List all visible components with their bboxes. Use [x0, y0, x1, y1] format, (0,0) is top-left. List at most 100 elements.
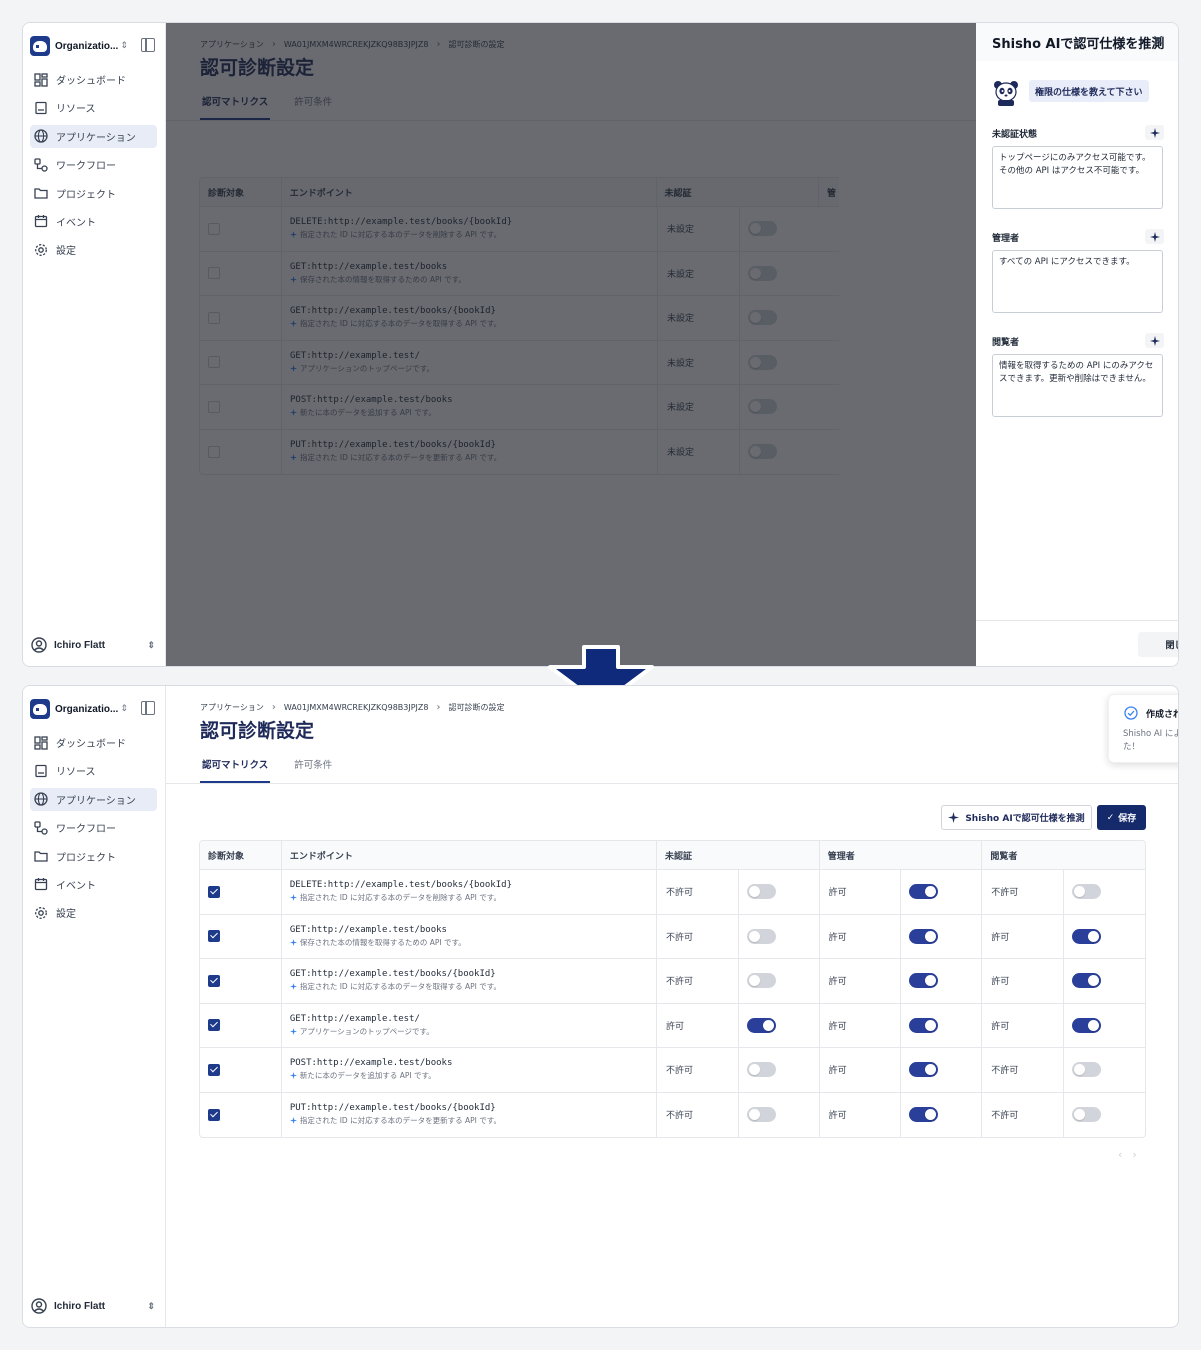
- target-checkbox[interactable]: [208, 1019, 220, 1032]
- sidebar-item[interactable]: ダッシュボード: [30, 731, 157, 754]
- permission-toggle[interactable]: [909, 1107, 939, 1123]
- sidebar-item[interactable]: アプリケーション: [30, 787, 157, 811]
- permission-toggle[interactable]: [746, 973, 776, 989]
- target-checkbox[interactable]: [208, 1063, 220, 1076]
- user-menu[interactable]: Ichiro Flatt ⇕: [31, 636, 155, 654]
- target-checkbox[interactable]: [208, 885, 220, 898]
- permission-value: 許可: [820, 914, 902, 958]
- field-admin-textarea[interactable]: すべての API にアクセスできます。: [992, 250, 1163, 313]
- toggle-cell: [1064, 1093, 1145, 1138]
- sparkle-button[interactable]: [1145, 333, 1164, 348]
- permission-toggle[interactable]: [909, 1062, 939, 1078]
- sidebar-item[interactable]: アプリケーション: [30, 124, 157, 148]
- panda-avatar-icon: [994, 81, 1018, 106]
- panel-title: Shisho AIで認可仕様を推測: [976, 23, 1178, 61]
- close-icon[interactable]: ✕: [1152, 33, 1164, 49]
- permission-toggle[interactable]: [909, 884, 939, 900]
- chevron-right-icon[interactable]: ›: [1132, 1148, 1136, 1161]
- permission-toggle[interactable]: [1072, 884, 1102, 900]
- modal-overlay[interactable]: [166, 23, 976, 666]
- sparkle-button[interactable]: [1145, 125, 1164, 140]
- breadcrumb-item[interactable]: アプリケーション: [200, 702, 264, 713]
- sidebar-item-label: プロジェクト: [56, 852, 116, 864]
- column-header-role: 管理者: [820, 841, 983, 869]
- sparkle-icon: [289, 1117, 297, 1125]
- sidebar-item[interactable]: ワークフロー: [30, 153, 157, 176]
- endpoint-path: GET:http://example.test/: [289, 1013, 420, 1024]
- permission-toggle[interactable]: [746, 1062, 776, 1078]
- sidebar-item[interactable]: ダッシュボード: [30, 68, 157, 91]
- sidebar-item[interactable]: 設定: [30, 901, 157, 924]
- sidebar-item-label: ワークフロー: [56, 824, 116, 836]
- sparkle-icon: [948, 812, 960, 823]
- sidebar-item-label: ダッシュボード: [56, 76, 126, 87]
- permission-value: 許可: [820, 1048, 902, 1092]
- target-checkbox[interactable]: [208, 1108, 220, 1121]
- toggle-cell: [739, 1003, 820, 1047]
- sparkle-button[interactable]: [1145, 229, 1164, 244]
- org-switcher[interactable]: Organizatio... ⇕: [30, 698, 157, 720]
- sidebar-item[interactable]: プロジェクト: [30, 845, 157, 868]
- user-name: Ichiro Flatt: [54, 639, 106, 651]
- permission-toggle[interactable]: [746, 928, 776, 944]
- toggle-cell: [901, 1048, 983, 1092]
- ai-infer-button[interactable]: Shisho AIで認可仕様を推測: [941, 805, 1092, 830]
- sidebar-item[interactable]: 設定: [30, 238, 157, 261]
- permission-toggle[interactable]: [1072, 1107, 1102, 1123]
- permission-toggle[interactable]: [1072, 928, 1102, 944]
- sidebar-item[interactable]: リソース: [30, 96, 157, 119]
- dashboard-icon: [34, 735, 48, 750]
- permission-toggle[interactable]: [909, 928, 939, 944]
- table-row: GET:http://example.test/アプリケーションのトップページで…: [200, 1003, 1145, 1048]
- org-name: Organizatio...: [55, 40, 119, 52]
- sidebar-item[interactable]: リソース: [30, 759, 157, 782]
- sidebar-item[interactable]: イベント: [30, 873, 157, 896]
- user-menu[interactable]: Ichiro Flatt ⇕: [31, 1297, 155, 1315]
- toggle-cell: [901, 870, 983, 914]
- resource-icon: [35, 101, 47, 115]
- endpoint-cell: GET:http://example.test/アプリケーションのトップページで…: [282, 1003, 657, 1047]
- target-checkbox[interactable]: [208, 974, 220, 987]
- permission-toggle[interactable]: [746, 1107, 776, 1123]
- chevron-left-icon[interactable]: ‹: [1118, 1148, 1122, 1161]
- close-button[interactable]: 閉じる: [1138, 632, 1178, 657]
- permission-toggle[interactable]: [746, 1017, 776, 1033]
- sidebar-collapse-icon[interactable]: [141, 38, 155, 52]
- tab-matrix[interactable]: 認可マトリクス: [200, 757, 271, 783]
- sidebar-item[interactable]: ワークフロー: [30, 816, 157, 839]
- endpoint-cell: PUT:http://example.test/books/{bookId} 指定…: [282, 1092, 657, 1137]
- permission-toggle[interactable]: [1072, 1017, 1102, 1033]
- save-button[interactable]: ✓ 保存: [1097, 805, 1146, 830]
- permission-toggle[interactable]: [909, 1017, 939, 1033]
- endpoint-description-text: 指定された ID に対応する本のデータを更新する API です。: [299, 1116, 501, 1126]
- save-label: 保存: [1118, 814, 1137, 824]
- permission-toggle[interactable]: [746, 884, 776, 900]
- table-row: GET:http://example.test/books/{bookId} 指定…: [200, 959, 1145, 1004]
- toggle-cell: [1064, 915, 1145, 959]
- permission-toggle[interactable]: [1072, 1062, 1102, 1078]
- sidebar-item[interactable]: プロジェクト: [30, 182, 157, 205]
- before-screenshot: Organizatio... ⇕ ダッシュボードリソースアプリケーション ワークフ…: [22, 22, 1179, 667]
- field-unauth-textarea[interactable]: トップページにのみアクセス可能です。その他の API はアクセス不可能です。: [992, 146, 1163, 209]
- resource-icon: [35, 764, 47, 778]
- endpoint-description: 指定された ID に対応する本のデータを更新する API です。: [289, 1115, 501, 1126]
- toast-message: Shisho AI による認可仕様の推測が完了しました！: [1123, 729, 1178, 752]
- authorization-matrix-table: 診断対象 エンドポイント 未認証 管理者 閲覧者 DELETE:http://e…: [199, 840, 1146, 1138]
- field-viewer-textarea[interactable]: 情報を取得するための API にのみアクセスできます。更新や削除はできません。: [992, 354, 1163, 417]
- sidebar-collapse-icon[interactable]: [141, 701, 155, 715]
- permission-value: 許可: [820, 959, 902, 1003]
- sparkle-icon: [1149, 335, 1160, 346]
- target-checkbox[interactable]: [208, 930, 220, 943]
- breadcrumb-item[interactable]: WA01JMXM4WRCREKJZKQ98B3JPJZ8: [284, 703, 429, 712]
- tab-conditions[interactable]: 許可条件: [292, 757, 334, 783]
- toggle-cell: [901, 1092, 983, 1137]
- permission-toggle[interactable]: [1072, 973, 1102, 989]
- permission-toggle[interactable]: [909, 973, 939, 989]
- org-switcher[interactable]: Organizatio... ⇕: [30, 35, 157, 57]
- sparkle-icon: [289, 894, 297, 902]
- permission-value: 不許可: [982, 1048, 1065, 1092]
- main-content: アプリケーション › WA01JMXM4WRCREKJZKQ98B3JPJZ8 …: [166, 23, 1178, 666]
- sidebar-item-label: 設定: [56, 246, 76, 258]
- sidebar-item[interactable]: イベント: [30, 210, 157, 233]
- table-row: POST:http://example.test/books 新たに本のデータを追…: [200, 1048, 1145, 1093]
